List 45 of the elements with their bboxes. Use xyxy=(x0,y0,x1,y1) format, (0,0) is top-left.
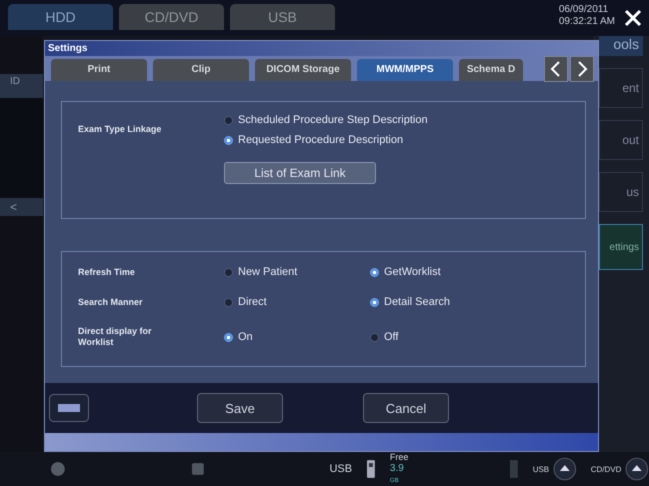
keyboard-icon[interactable] xyxy=(49,394,89,422)
setting-label: Refresh Time xyxy=(78,266,136,278)
free-label: Free xyxy=(390,452,410,462)
drive-tab[interactable]: HDD xyxy=(8,4,113,30)
drive-tab[interactable]: CD/DVD xyxy=(119,4,224,30)
id-column-header: ID xyxy=(0,74,43,98)
setting-label: Exam Type Linkage xyxy=(78,123,162,136)
settings-tab[interactable]: Print xyxy=(51,59,147,81)
radio-option[interactable]: Direct xyxy=(224,296,370,308)
dialog-title: Settings xyxy=(45,41,598,56)
side-button[interactable]: ettings xyxy=(599,224,643,270)
eject-icon[interactable] xyxy=(625,457,649,481)
time-text: 09:32:21 AM xyxy=(558,16,615,28)
chevron-right-icon[interactable] xyxy=(570,56,594,82)
side-button[interactable]: ent xyxy=(599,68,643,108)
radio-option[interactable]: GetWorklist xyxy=(370,266,516,278)
chevron-left-icon[interactable] xyxy=(544,56,568,82)
drive-icon xyxy=(508,459,519,479)
exam-link-button[interactable]: List of Exam Link xyxy=(224,162,376,184)
side-button[interactable]: us xyxy=(599,172,643,212)
date-text: 06/09/2011 xyxy=(558,4,610,16)
setting-label: Search Manner xyxy=(78,296,144,308)
radio-option[interactable]: New Patient xyxy=(224,266,370,278)
settings-tab[interactable]: DICOM Storage xyxy=(255,59,351,81)
back-button[interactable]: < xyxy=(0,198,43,216)
usb-drive-icon xyxy=(366,459,376,479)
radio-option[interactable]: On xyxy=(224,331,370,343)
radio-option[interactable]: Scheduled Procedure Step Description xyxy=(224,114,428,126)
usb-label: USB xyxy=(329,463,352,475)
radio-option[interactable]: Requested Procedure Description xyxy=(224,134,428,146)
setting-label: Direct display for Worklist xyxy=(78,326,153,348)
radio-option[interactable]: Detail Search xyxy=(370,296,516,308)
settings-tab[interactable]: MWM/MPPS xyxy=(357,59,453,81)
settings-tab[interactable]: Schema D xyxy=(459,59,523,81)
settings-tab[interactable]: Clip xyxy=(153,59,249,81)
eject-icon[interactable] xyxy=(553,457,577,481)
close-icon[interactable] xyxy=(623,8,643,28)
tools-tab[interactable]: ools xyxy=(599,36,643,56)
cancel-button[interactable]: Cancel xyxy=(363,393,449,423)
eject-label: CD/DVD xyxy=(590,464,622,474)
save-button[interactable]: Save xyxy=(197,393,283,423)
side-button[interactable]: out xyxy=(599,120,643,160)
eject-label: USB xyxy=(532,464,550,474)
radio-option[interactable]: Off xyxy=(370,331,516,343)
drive-tab[interactable]: USB xyxy=(230,4,335,30)
